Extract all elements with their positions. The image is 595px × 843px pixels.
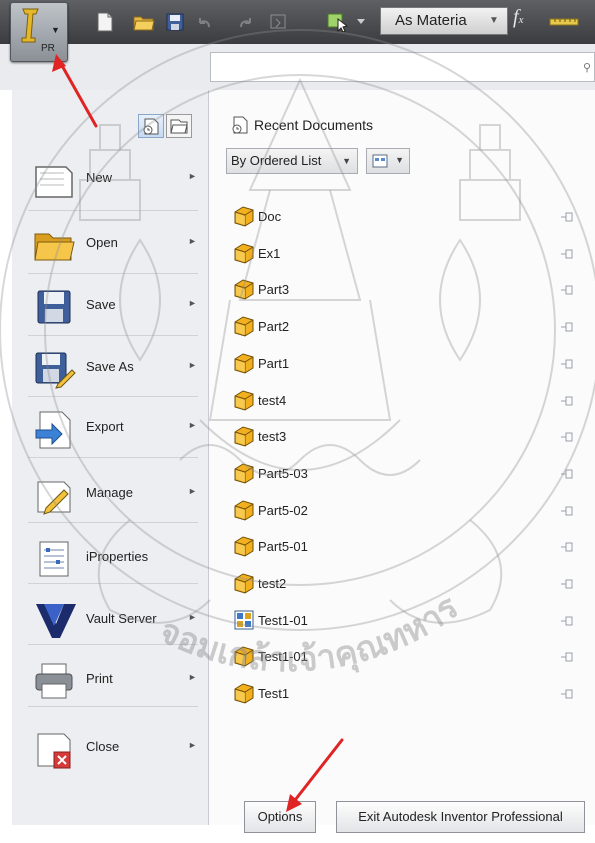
annotation-arrows bbox=[52, 54, 344, 812]
annotation-arrow-app-button bbox=[58, 60, 98, 128]
annotation-arrow-options bbox=[290, 738, 344, 806]
application-menu-screen: As Materia ▼ fx ⚲ ▼ PR New ► Open ► Save ► Sav… bbox=[0, 0, 595, 843]
